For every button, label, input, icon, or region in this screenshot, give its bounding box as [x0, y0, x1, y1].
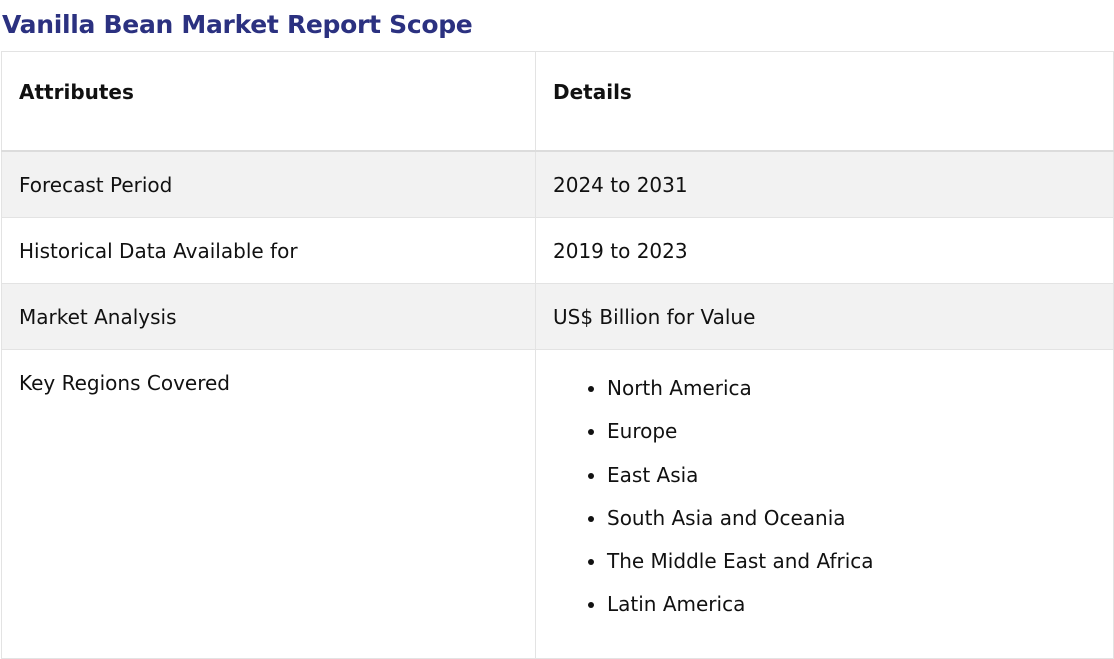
table-header-row: Attributes Details	[1, 51, 1114, 152]
table-row: Historical Data Available for 2019 to 20…	[1, 217, 1114, 284]
report-scope-table: Attributes Details Forecast Period 2024 …	[1, 51, 1114, 659]
attribute-cell: Market Analysis	[1, 283, 536, 350]
list-item: The Middle East and Africa	[607, 548, 1113, 574]
attribute-cell: Forecast Period	[1, 150, 536, 218]
regions-list: North America Europe East Asia South Asi…	[553, 375, 1113, 617]
table-row: Forecast Period 2024 to 2031	[1, 150, 1114, 218]
detail-cell: US$ Billion for Value	[535, 283, 1114, 350]
list-item: South Asia and Oceania	[607, 505, 1113, 531]
header-attributes: Attributes	[1, 51, 536, 152]
header-details: Details	[535, 51, 1114, 152]
list-item: North America	[607, 375, 1113, 401]
regions-detail-cell: North America Europe East Asia South Asi…	[535, 349, 1114, 659]
table-row-regions: Key Regions Covered North America Europe…	[1, 349, 1114, 659]
attribute-cell: Key Regions Covered	[1, 349, 536, 659]
list-item: Latin America	[607, 591, 1113, 617]
detail-cell: 2019 to 2023	[535, 217, 1114, 284]
list-item: East Asia	[607, 462, 1113, 488]
page-title: Vanilla Bean Market Report Scope	[2, 10, 473, 39]
attribute-cell: Historical Data Available for	[1, 217, 536, 284]
list-item: Europe	[607, 418, 1113, 444]
regions-label: Key Regions Covered	[19, 371, 230, 395]
table-row: Market Analysis US$ Billion for Value	[1, 283, 1114, 350]
header-details-label: Details	[553, 80, 632, 104]
header-attributes-label: Attributes	[19, 80, 134, 104]
detail-cell: 2024 to 2031	[535, 150, 1114, 218]
